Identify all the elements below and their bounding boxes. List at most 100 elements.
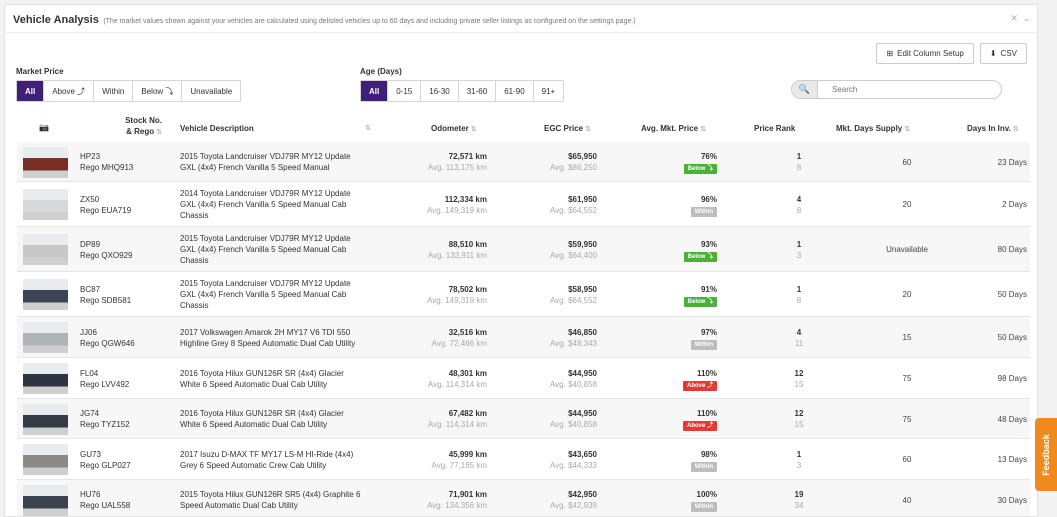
market-price-option[interactable]: Unavailable <box>181 81 240 101</box>
age-filter: All 0-15 16-30 31-60 61-90 91+ <box>360 80 565 102</box>
rego: Rego QXO929 <box>80 251 133 260</box>
market-percent: 96% <box>700 195 717 204</box>
vehicle-description: 2015 Toyota Landcruiser VDJ79R MY12 Upda… <box>180 278 351 311</box>
table-row[interactable]: BC87 Rego SDB581 2015 Toyota Landcruiser… <box>17 272 1030 317</box>
vehicle-description: 2016 Toyota Hilux GUN126R SR (4x4) Glaci… <box>180 368 344 390</box>
table-row[interactable]: HU76 Rego UAL558 2015 Toyota Hilux GUN12… <box>17 480 1030 516</box>
search-icon[interactable]: 🔍 <box>792 81 818 98</box>
status-badge: Below ⤵ <box>683 252 717 262</box>
egc-price-avg: Avg. $40,858 <box>549 420 597 429</box>
description-line: 2016 Toyota Hilux GUN126R SR (4x4) Glaci… <box>180 369 344 378</box>
market-percent: 110% <box>696 369 717 378</box>
stock-number: HU76 <box>80 490 101 499</box>
vehicle-photo[interactable] <box>23 322 68 353</box>
age-option[interactable]: All <box>361 81 388 101</box>
vehicle-photo[interactable] <box>23 189 68 220</box>
egc-price-value: $59,950 <box>568 240 597 249</box>
column-avg-mkt-price[interactable]: Avg. Mkt. Price ⇅ <box>641 124 706 133</box>
csv-button[interactable]: ⬇ CSV <box>979 43 1027 64</box>
vehicle-photo[interactable] <box>23 444 68 475</box>
column-mkt-days-supply[interactable]: Mkt. Days Supply ⇅ <box>836 124 910 133</box>
search-input[interactable] <box>818 85 988 94</box>
market-price-option[interactable]: Within <box>93 81 132 101</box>
vehicle-photo[interactable] <box>23 363 68 394</box>
market-percent: 98% <box>700 450 717 459</box>
odometer-avg: Avg. 114,314 km <box>427 380 487 389</box>
egc-price-avg: Avg. $86,250 <box>549 163 597 172</box>
vehicle-description: 2015 Toyota Landcruiser VDJ79R MY12 Upda… <box>180 151 351 173</box>
mkt-days-supply: 75 <box>902 415 912 424</box>
age-option[interactable]: 91+ <box>532 81 564 101</box>
table-row[interactable]: GU73 Rego GLP027 2017 Isuzu D-MAX TF MY1… <box>17 439 1030 480</box>
price-rank-of: 3 <box>796 461 802 470</box>
vehicle-photo[interactable] <box>23 404 68 435</box>
price-rank-of: 3 <box>796 251 802 260</box>
age-option[interactable]: 0-15 <box>387 81 420 101</box>
column-egc-price[interactable]: EGC Price ⇅ <box>544 124 591 133</box>
description-line: White 6 Speed Automatic Dual Cab Utility <box>180 380 328 389</box>
table-row[interactable]: JG74 Rego TYZ152 2016 Toyota Hilux GUN12… <box>17 399 1030 439</box>
stock-number: HP23 <box>80 152 101 161</box>
sort-icon: ⇅ <box>904 126 911 133</box>
odometer-value: 67,482 km <box>448 409 487 418</box>
column-description[interactable]: Vehicle Description <box>180 124 254 133</box>
sort-icon[interactable]: ⇅ <box>156 129 162 136</box>
table-row[interactable]: DP89 Rego QXO929 2015 Toyota Landcruiser… <box>17 227 1030 272</box>
description-line: Grey 6 Speed Automatic Crew Cab Utility <box>180 461 327 470</box>
table-row[interactable]: FL04 Rego LVV492 2016 Toyota Hilux GUN12… <box>17 358 1030 399</box>
chevron-down-icon[interactable]: ⌄ <box>1022 13 1031 23</box>
sort-icon[interactable]: ⇅ <box>365 124 371 132</box>
egc-price-avg: Avg. $64,552 <box>549 296 597 305</box>
price-rank: 1 <box>796 285 802 294</box>
market-price-option[interactable]: Above ⤴ <box>43 81 93 101</box>
table-header: 📷 Stock No. & Rego ⇅ Vehicle Description … <box>17 111 1030 145</box>
column-odometer[interactable]: Odometer ⇅ <box>431 124 477 133</box>
vehicle-photo[interactable] <box>23 485 68 516</box>
market-percent: 93% <box>700 240 717 249</box>
camera-icon: 📷 <box>39 123 49 132</box>
table-row[interactable]: JJ06 Rego QGW646 2017 Volkswagen Amarok … <box>17 317 1030 358</box>
table-row[interactable]: ZX50 Rego EUA719 2014 Toyota Landcruiser… <box>17 182 1030 227</box>
rego: Rego GLP027 <box>80 461 131 470</box>
description-line: 2015 Toyota Landcruiser VDJ79R MY12 Upda… <box>180 279 351 288</box>
market-price-option[interactable]: All <box>17 81 44 101</box>
status-badge: Below ⤵ <box>683 297 717 307</box>
market-percent: 100% <box>696 490 717 499</box>
days-in-inventory: 50 Days <box>997 290 1027 299</box>
age-option[interactable]: 31-60 <box>457 81 495 101</box>
market-price-option[interactable]: Below ⤵ <box>132 81 181 101</box>
market-percent: 91% <box>700 285 717 294</box>
rego: Rego LVV492 <box>80 380 130 389</box>
column-days-in-inv[interactable]: Days In Inv. ⇅ <box>967 124 1019 133</box>
age-option[interactable]: 16-30 <box>420 81 457 101</box>
days-in-inventory: 13 Days <box>997 455 1027 464</box>
edit-column-setup-button[interactable]: ⊞ Edit Column Setup <box>876 43 974 64</box>
price-rank-of: 8 <box>796 163 802 172</box>
rego: Rego TYZ152 <box>80 420 130 429</box>
feedback-tab[interactable]: Feedback <box>1035 418 1057 491</box>
stock-number: GU73 <box>80 450 101 459</box>
search-box: 🔍 <box>791 80 1002 99</box>
vehicle-photo[interactable] <box>23 234 68 265</box>
vehicle-photo[interactable] <box>23 279 68 310</box>
odometer-value: 78,502 km <box>448 285 487 294</box>
egc-price-value: $42,950 <box>568 490 597 499</box>
odometer-value: 112,334 km <box>444 195 487 204</box>
odometer-avg: Avg. 134,356 km <box>427 501 487 510</box>
table-row[interactable]: HP23 Rego MHQ913 2015 Toyota Landcruiser… <box>17 142 1030 182</box>
age-option[interactable]: 61-90 <box>495 81 532 101</box>
egc-price-value: $61,950 <box>568 195 597 204</box>
vehicle-description: 2016 Toyota Hilux GUN126R SR (4x4) Glaci… <box>180 408 344 430</box>
panel-header: Vehicle Analysis (The market values show… <box>5 5 1037 33</box>
collapse-icon[interactable]: ✕ <box>1010 13 1019 23</box>
description-line: Chassis <box>180 301 209 310</box>
column-stock[interactable]: Stock No. & Rego ⇅ <box>112 115 162 138</box>
vehicle-description: 2014 Toyota Landcruiser VDJ79R MY12 Upda… <box>180 188 351 221</box>
price-rank-of: 11 <box>794 339 804 348</box>
vehicle-photo[interactable] <box>23 147 68 178</box>
column-price-rank[interactable]: Price Rank <box>754 124 795 133</box>
stock-number: ZX50 <box>80 195 100 204</box>
page-subtitle: (The market values shown against your ve… <box>103 18 636 25</box>
price-rank-of: 8 <box>796 206 802 215</box>
odometer-avg: Avg. 114,314 km <box>427 420 487 429</box>
